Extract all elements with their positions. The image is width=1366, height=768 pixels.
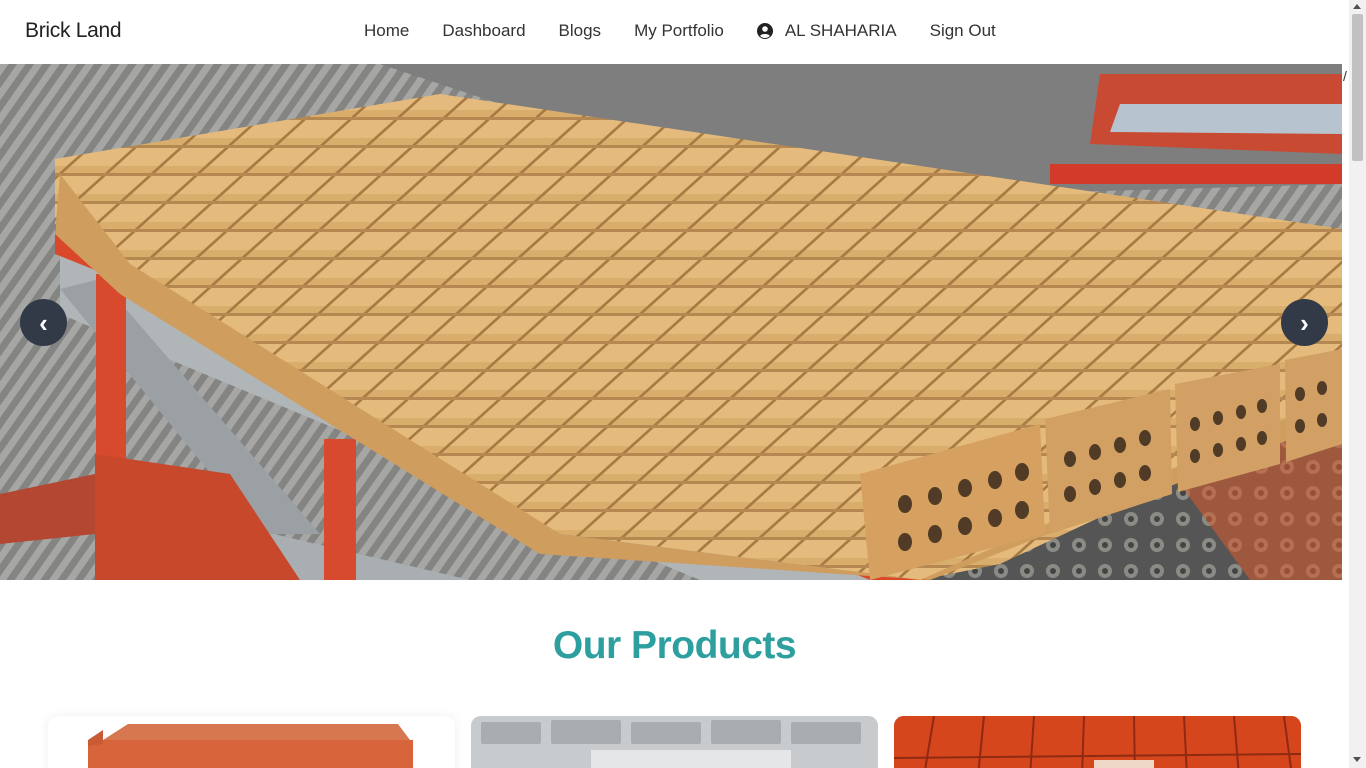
navbar: Brick Land Home Dashboard Blogs My Portf… xyxy=(0,0,1349,64)
product-card-red-tile-brick[interactable] xyxy=(894,716,1301,768)
page-scrollbar[interactable] xyxy=(1349,0,1366,768)
user-name: AL SHAHARIA xyxy=(784,21,897,40)
product-card-concrete-block[interactable] xyxy=(471,716,878,768)
concrete-block-image xyxy=(471,716,878,768)
user-circle-icon xyxy=(756,23,773,39)
product-card-red-brick[interactable] xyxy=(48,716,455,768)
nav-dashboard[interactable]: Dashboard xyxy=(442,21,525,41)
nav-blogs[interactable]: Blogs xyxy=(559,21,602,41)
hero-carousel: ‹ › xyxy=(0,64,1342,580)
main-nav: Home Dashboard Blogs My Portfolio AL SHA… xyxy=(364,21,1029,41)
carousel-prev-button[interactable]: ‹ xyxy=(20,299,67,346)
nav-home[interactable]: Home xyxy=(364,21,409,41)
red-tile-brick-image xyxy=(894,716,1301,768)
red-brick-image xyxy=(88,724,413,768)
stray-slash-text: / xyxy=(1343,68,1347,84)
sign-out-link[interactable]: Sign Out xyxy=(930,21,996,41)
nav-my-portfolio[interactable]: My Portfolio xyxy=(634,21,724,41)
scrollbar-thumb[interactable] xyxy=(1352,14,1363,161)
brand-logo[interactable]: Brick Land xyxy=(25,19,122,43)
scroll-down-arrow-icon[interactable] xyxy=(1353,757,1361,762)
scroll-up-arrow-icon[interactable] xyxy=(1353,4,1361,9)
hero-brick-image xyxy=(0,64,1342,580)
products-section-title: Our Products xyxy=(552,624,797,667)
nav-user-profile[interactable]: AL SHAHARIA xyxy=(756,21,897,41)
carousel-next-button[interactable]: › xyxy=(1281,299,1328,346)
